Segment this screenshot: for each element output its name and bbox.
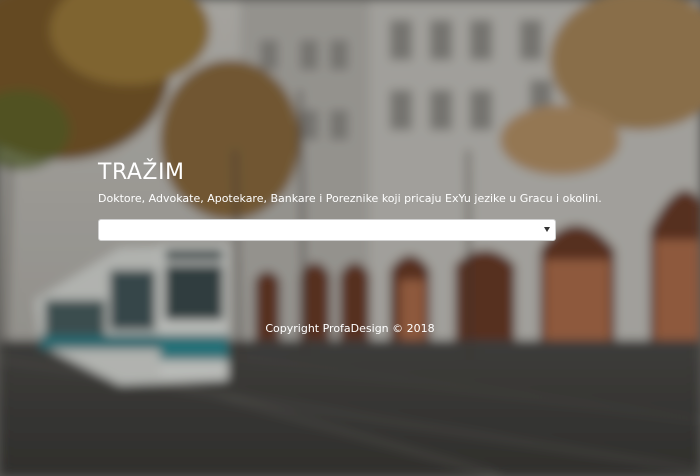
search-hero: TRAŽIM Doktore, Advokate, Apotekare, Ban… (98, 160, 602, 241)
chevron-down-icon (544, 227, 550, 232)
page-subtitle: Doktore, Advokate, Apotekare, Bankare i … (98, 192, 602, 205)
category-select[interactable] (98, 219, 556, 241)
footer-copyright: Copyright ProfaDesign © 2018 (265, 322, 435, 335)
page-title: TRAŽIM (98, 160, 185, 185)
